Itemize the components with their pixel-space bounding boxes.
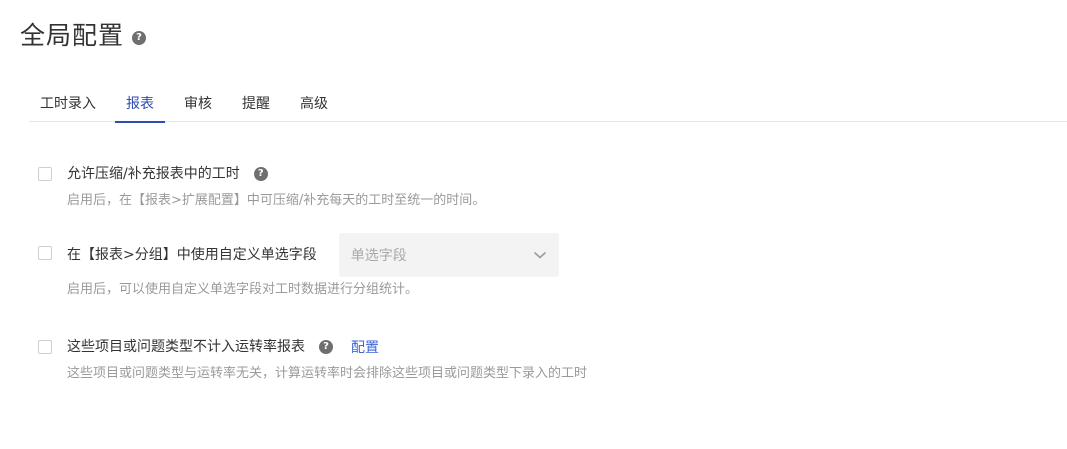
page-title: 全局配置 ? <box>20 18 147 54</box>
exclude-utilization-description: 这些项目或问题类型与运转率无关，计算运转率时会排除这些项目或问题类型下录入的工时 <box>67 366 588 381</box>
tab-bar: 工时录入 报表 审核 提醒 高级 <box>29 86 1067 123</box>
compress-hours-help-icon[interactable]: ? <box>253 167 268 181</box>
tab-review[interactable]: 审核 <box>173 86 223 122</box>
tab-advanced[interactable]: 高级 <box>289 86 339 122</box>
tab-reports[interactable]: 报表 <box>115 86 165 123</box>
configure-link[interactable]: 配置 <box>351 337 379 357</box>
group-custom-field-label: 在【报表>分组】中使用自定义单选字段 <box>67 247 317 263</box>
help-icon[interactable]: ? <box>132 31 147 45</box>
exclude-utilization-label: 这些项目或问题类型不计入运转率报表 <box>67 339 305 355</box>
chevron-down-icon <box>533 251 546 259</box>
single-select-field-dropdown[interactable]: 单选字段 <box>338 233 559 277</box>
compress-hours-description: 启用后，在【报表>扩展配置】中可压缩/补充每天的工时至统一的时间。 <box>67 193 486 208</box>
setting-compress-hours: 允许压缩/补充报表中的工时 ? 启用后，在【报表>扩展配置】中可压缩/补充每天的… <box>38 164 485 210</box>
select-placeholder: 单选字段 <box>350 248 407 264</box>
tab-reminders[interactable]: 提醒 <box>231 86 281 122</box>
exclude-utilization-help-icon[interactable]: ? <box>319 340 333 354</box>
setting-group-custom-field: 在【报表>分组】中使用自定义单选字段 单选字段 启用后，可以使用自定义单选字段对… <box>38 233 559 299</box>
compress-hours-checkbox[interactable] <box>38 167 52 181</box>
compress-hours-label: 允许压缩/补充报表中的工时 <box>67 166 240 182</box>
setting-exclude-utilization: 这些项目或问题类型不计入运转率报表 ? 配置 这些项目或问题类型与运转率无关，计… <box>38 337 587 383</box>
page-title-text: 全局配置 <box>20 21 125 50</box>
exclude-utilization-checkbox[interactable] <box>38 340 52 354</box>
group-custom-field-description: 启用后，可以使用自定义单选字段对工时数据进行分组统计。 <box>67 282 419 297</box>
tab-time-entry[interactable]: 工时录入 <box>29 86 107 122</box>
group-custom-field-checkbox[interactable] <box>38 246 52 260</box>
